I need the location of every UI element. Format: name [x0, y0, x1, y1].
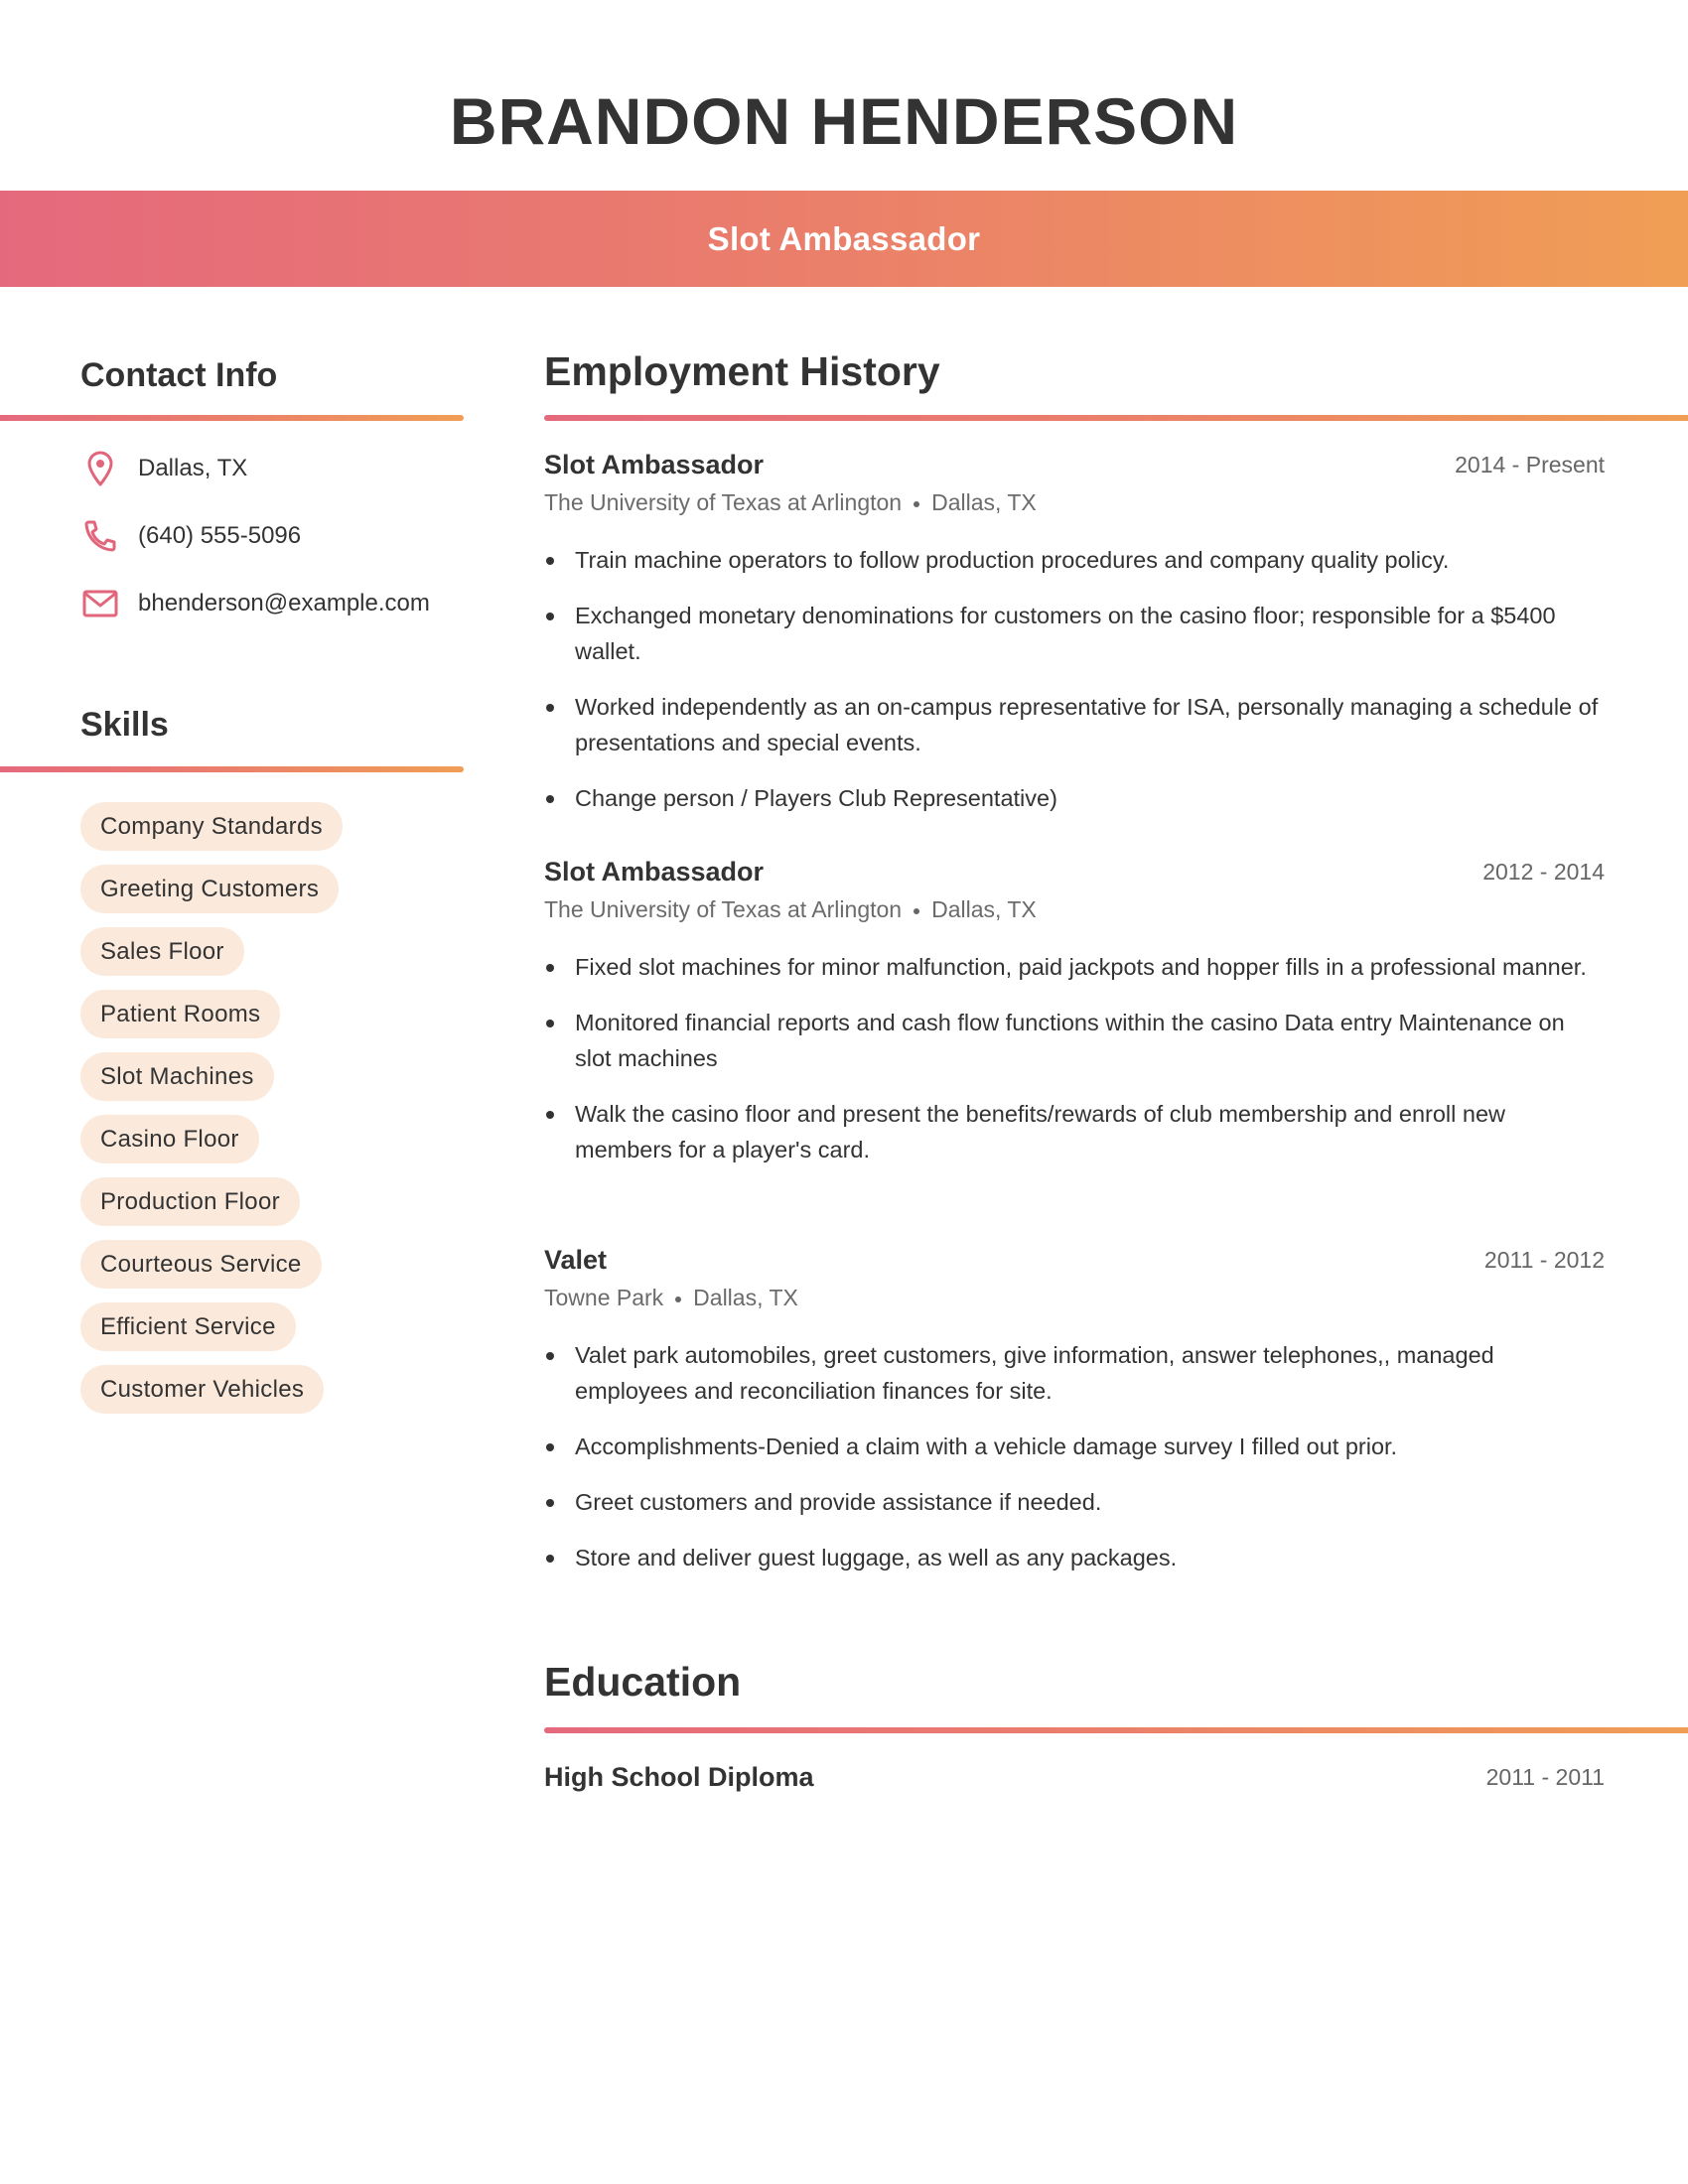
skill-pill: Efficient Service — [80, 1302, 296, 1351]
job-entry: Valet 2011 - 2012 Towne Park Dallas, TX V… — [544, 1242, 1605, 1595]
job-bullet: Monitored financial reports and cash flo… — [544, 1005, 1605, 1076]
job-bullets: Fixed slot machines for minor malfunctio… — [544, 949, 1605, 1167]
headline-banner: Slot Ambassador — [0, 191, 1688, 287]
job-company: The University of Texas at Arlington — [544, 896, 903, 922]
skill-pill: Greeting Customers — [80, 865, 340, 913]
separator-dot — [914, 907, 920, 914]
skill-pill: Courteous Service — [80, 1240, 322, 1289]
skill-pill: Casino Floor — [80, 1115, 259, 1163]
separator-dot — [914, 500, 920, 507]
contact-email-text[interactable]: bhenderson@example.com — [138, 590, 430, 617]
separator-dot — [675, 1296, 682, 1302]
job-entry: Slot Ambassador 2014 - Present The Unive… — [544, 447, 1605, 836]
job-bullet: Accomplishments-Denied a claim with a ve… — [544, 1429, 1605, 1464]
contact-location-text: Dallas, TX — [138, 455, 248, 481]
job-title: Valet — [544, 1244, 608, 1275]
skill-pill: Sales Floor — [80, 927, 244, 976]
education-dates: 2011 - 2011 — [1485, 1763, 1605, 1790]
job-bullets: Train machine operators to follow produc… — [544, 542, 1605, 816]
job-dates: 2014 - Present — [1455, 451, 1605, 478]
job-title: Slot Ambassador — [544, 856, 765, 887]
skills-heading: Skills — [80, 706, 169, 744]
job-bullet: Fixed slot machines for minor malfunctio… — [544, 949, 1605, 985]
mail-icon — [80, 584, 120, 623]
job-company: Towne Park — [544, 1285, 664, 1310]
job-location: Dallas, TX — [931, 896, 1037, 922]
education-entry: High School Diploma 2011 - 2011 — [544, 1759, 1605, 1795]
contact-phone-text[interactable]: (640) 555-5096 — [138, 522, 301, 550]
contact-divider — [0, 415, 464, 421]
job-bullet: Valet park automobiles, greet customers,… — [544, 1337, 1605, 1409]
education-degree: High School Diploma — [544, 1761, 814, 1792]
contact-heading: Contact Info — [80, 356, 278, 394]
location-pin-icon — [80, 449, 120, 488]
education-heading: Education — [544, 1659, 742, 1705]
employment-heading: Employment History — [544, 348, 940, 394]
job-bullet: Exchanged monetary denominations for cus… — [544, 598, 1605, 669]
education-divider — [544, 1727, 1688, 1733]
job-dates: 2012 - 2014 — [1482, 858, 1605, 885]
contact-phone: (640) 555-5096 — [80, 516, 301, 556]
skills-list: Company Standards Greeting Customers Sal… — [80, 802, 343, 1428]
job-company-line: The University of Texas at Arlington Dall… — [544, 891, 1605, 927]
job-bullet: Walk the casino floor and present the be… — [544, 1096, 1605, 1167]
phone-icon — [80, 516, 120, 556]
job-location: Dallas, TX — [693, 1285, 798, 1310]
skill-pill: Company Standards — [80, 802, 343, 851]
job-entry: Slot Ambassador 2012 - 2014 The Universi… — [544, 854, 1605, 1187]
skill-pill: Customer Vehicles — [80, 1365, 325, 1414]
job-location: Dallas, TX — [931, 489, 1037, 515]
job-bullet: Train machine operators to follow produc… — [544, 542, 1605, 578]
job-company-line: Towne Park Dallas, TX — [544, 1280, 1605, 1315]
skill-pill: Slot Machines — [80, 1052, 274, 1101]
job-dates: 2011 - 2012 — [1483, 1246, 1605, 1273]
job-bullet: Store and deliver guest luggage, as well… — [544, 1540, 1605, 1575]
job-company-line: The University of Texas at Arlington Dall… — [544, 484, 1605, 520]
candidate-name: BRANDON HENDERSON — [449, 84, 1239, 158]
job-company: The University of Texas at Arlington — [544, 489, 903, 515]
job-title: Slot Ambassador — [544, 449, 765, 479]
job-bullet: Worked independently as an on-campus rep… — [544, 689, 1605, 760]
contact-email: bhenderson@example.com — [80, 584, 430, 623]
job-bullet: Greet customers and provide assistance i… — [544, 1484, 1605, 1520]
skills-divider — [0, 766, 464, 772]
headline-title: Slot Ambassador — [707, 219, 981, 257]
skill-pill: Patient Rooms — [80, 990, 281, 1038]
job-bullets: Valet park automobiles, greet customers,… — [544, 1337, 1605, 1575]
contact-location: Dallas, TX — [80, 449, 247, 488]
skill-pill: Production Floor — [80, 1177, 300, 1226]
job-bullet: Change person / Players Club Representat… — [544, 780, 1605, 816]
employment-divider — [544, 415, 1688, 421]
